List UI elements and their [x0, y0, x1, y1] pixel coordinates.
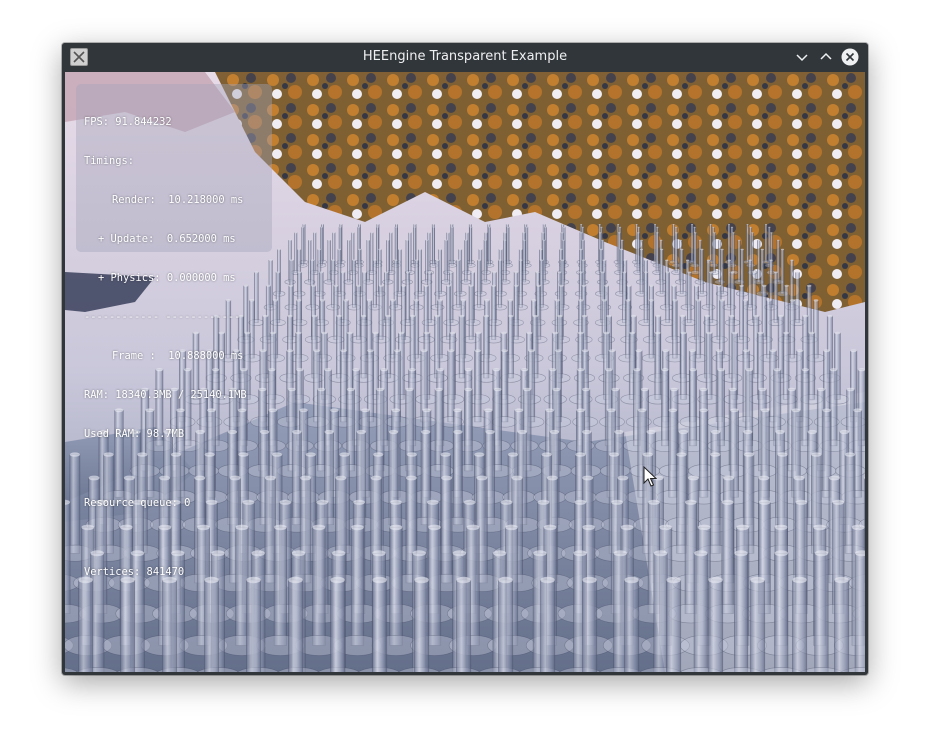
- frame-time: Frame : 10.888000 ms: [112, 350, 244, 362]
- application-window: HEEngine Transparent Example FPS: 91.844…: [62, 43, 868, 675]
- title-bar[interactable]: HEEngine Transparent Example: [62, 43, 868, 71]
- minimize-button[interactable]: [793, 48, 811, 66]
- render-viewport[interactable]: FPS: 91.844232 Timings: Render: 10.21800…: [65, 72, 865, 672]
- physics-time: + Physics: 0.000000 ms: [98, 272, 236, 284]
- render-time: Render: 10.218000 ms: [112, 194, 244, 206]
- close-icon: [841, 48, 859, 66]
- timings-header: Timings:: [84, 155, 135, 167]
- vertex-count: Vertices: 841470: [84, 566, 185, 578]
- ram-usage: RAM: 18340.3MB / 25140.1MB: [84, 389, 247, 401]
- update-time: + Update: 0.652000 ms: [98, 233, 236, 245]
- resource-queue: Resource queue: 0: [84, 497, 191, 509]
- window-title: HEEngine Transparent Example: [362, 49, 568, 64]
- close-button[interactable]: [841, 48, 859, 66]
- used-ram: Used RAM: 98.7MB: [84, 428, 185, 440]
- chevron-down-icon: [796, 54, 808, 62]
- fps-readout: FPS: 91.844232: [84, 116, 172, 128]
- timings-separator: ------------ ------------: [84, 311, 241, 323]
- maximize-button[interactable]: [817, 48, 835, 66]
- chevron-up-icon: [820, 52, 832, 60]
- stats-overlay: FPS: 91.844232 Timings: Render: 10.21800…: [76, 84, 272, 578]
- mouse-pointer-icon: [643, 466, 657, 487]
